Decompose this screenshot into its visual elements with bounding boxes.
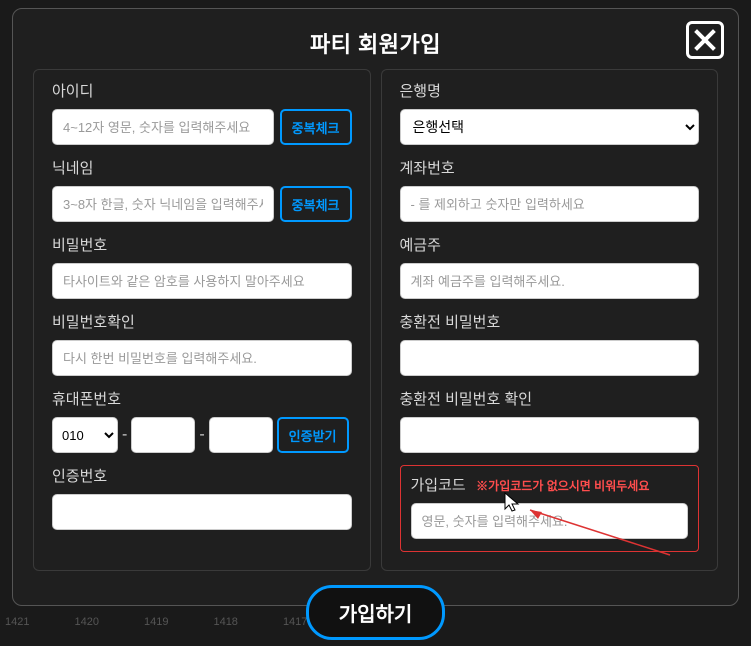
label-xchange-pw: 충환전 비밀번호 xyxy=(400,311,700,332)
signup-code-input[interactable] xyxy=(411,503,689,539)
account-input[interactable] xyxy=(400,186,700,222)
right-column: 은행명 은행선택 계좌번호 예금주 충환전 비밀번호 충환전 비밀번호 확인 xyxy=(381,69,719,571)
label-holder: 예금주 xyxy=(400,234,700,255)
modal-title: 파티 회원가입 xyxy=(13,27,738,59)
phone-mid-input[interactable] xyxy=(131,417,195,453)
phone-last-input[interactable] xyxy=(209,417,273,453)
id-dupcheck-button[interactable]: 중복체크 xyxy=(280,109,352,145)
dash: - xyxy=(199,426,204,444)
close-icon xyxy=(693,28,717,52)
phone-prefix-select[interactable]: 010 xyxy=(52,417,118,453)
xchange-pw-input[interactable] xyxy=(400,340,700,376)
close-button[interactable] xyxy=(686,21,724,59)
nickname-input[interactable] xyxy=(52,186,274,222)
signup-code-hint: ※가입코드가 없으시면 비워두세요 xyxy=(476,479,649,493)
phone-verify-button[interactable]: 인증받기 xyxy=(277,417,349,453)
holder-input[interactable] xyxy=(400,263,700,299)
label-password-confirm: 비밀번호확인 xyxy=(52,311,352,332)
label-nickname: 닉네임 xyxy=(52,157,352,178)
nickname-dupcheck-button[interactable]: 중복체크 xyxy=(280,186,352,222)
signup-code-box: 가입코드 ※가입코드가 없으시면 비워두세요 xyxy=(400,465,700,552)
modal-header: 파티 회원가입 xyxy=(13,9,738,69)
label-verify-code: 인증번호 xyxy=(52,465,352,486)
label-signup-code: 가입코드 xyxy=(411,477,466,494)
label-xchange-pw-confirm: 충환전 비밀번호 확인 xyxy=(400,388,700,409)
label-id: 아이디 xyxy=(52,80,352,101)
label-phone: 휴대폰번호 xyxy=(52,388,352,409)
dash: - xyxy=(122,426,127,444)
password-input[interactable] xyxy=(52,263,352,299)
verify-code-input[interactable] xyxy=(52,494,352,530)
label-account: 계좌번호 xyxy=(400,157,700,178)
label-bank: 은행명 xyxy=(400,80,700,101)
password-confirm-input[interactable] xyxy=(52,340,352,376)
id-input[interactable] xyxy=(52,109,274,145)
label-password: 비밀번호 xyxy=(52,234,352,255)
signup-modal: 파티 회원가입 아이디 중복체크 닉네임 중복체크 xyxy=(12,8,739,606)
bank-select[interactable]: 은행선택 xyxy=(400,109,700,145)
left-column: 아이디 중복체크 닉네임 중복체크 비밀번호 비밀번호확인 xyxy=(33,69,371,571)
submit-button[interactable]: 가입하기 xyxy=(306,585,446,640)
xchange-pw-confirm-input[interactable] xyxy=(400,417,700,453)
